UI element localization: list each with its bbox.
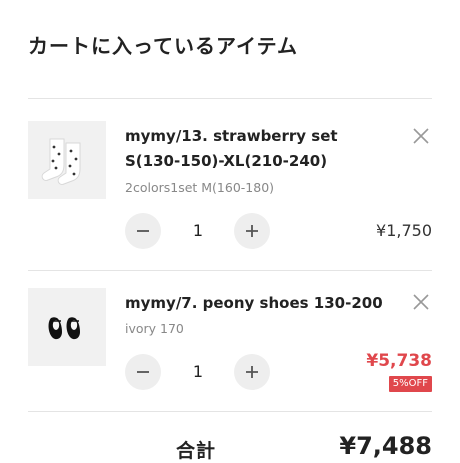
minus-icon xyxy=(137,230,149,232)
decrease-quantity-button[interactable] xyxy=(125,213,161,249)
minus-icon xyxy=(137,371,149,373)
plus-icon xyxy=(246,225,258,237)
increase-quantity-button[interactable] xyxy=(234,213,270,249)
total-value: ¥7,488 xyxy=(339,432,432,460)
socks-image xyxy=(28,121,106,199)
plus-icon xyxy=(246,366,258,378)
quantity-value[interactable]: 1 xyxy=(168,362,228,381)
remove-item-button[interactable] xyxy=(410,125,432,147)
item-sale-price: ¥5,738 xyxy=(366,351,432,371)
total-label: 合計 xyxy=(176,440,217,462)
product-variant: 2colors1set M(160-180) xyxy=(125,180,275,195)
page-title: カートに入っているアイテム xyxy=(28,34,298,58)
discount-badge: 5%OFF xyxy=(388,376,432,392)
divider xyxy=(28,270,432,271)
cart-item: mymy/7. peony shoes 130-200 ivory 170 1 … xyxy=(28,288,432,408)
divider xyxy=(28,98,432,99)
product-variant: ivory 170 xyxy=(125,321,184,336)
close-icon xyxy=(413,128,429,144)
increase-quantity-button[interactable] xyxy=(234,354,270,390)
quantity-value[interactable]: 1 xyxy=(168,221,228,240)
decrease-quantity-button[interactable] xyxy=(125,354,161,390)
cart-item: mymy/13. strawberry set S(130-150)-XL(21… xyxy=(28,121,432,271)
product-name[interactable]: mymy/13. strawberry set S(130-150)-XL(21… xyxy=(125,124,397,174)
close-icon xyxy=(413,294,429,310)
product-thumbnail-socks[interactable] xyxy=(28,121,106,199)
product-name[interactable]: mymy/7. peony shoes 130-200 xyxy=(125,291,397,316)
remove-item-button[interactable] xyxy=(410,291,432,313)
product-thumbnail-shoes[interactable] xyxy=(28,288,106,366)
item-price: ¥1,750 xyxy=(376,221,432,240)
divider xyxy=(28,411,432,412)
shoes-image xyxy=(28,288,106,366)
